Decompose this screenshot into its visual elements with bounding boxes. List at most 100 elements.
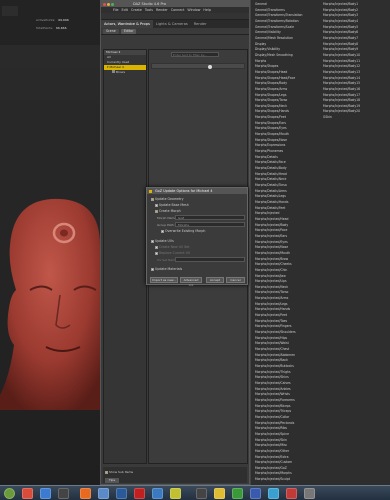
- update-uvs-checkbox[interactable]: [151, 239, 154, 243]
- app7-icon[interactable]: [268, 488, 279, 499]
- folder-icon[interactable]: [40, 488, 51, 499]
- tab-editor[interactable]: Editor: [121, 29, 137, 34]
- update-materials-checkbox[interactable]: [151, 267, 154, 271]
- menu-tools[interactable]: Tools: [145, 7, 153, 13]
- slider-knob[interactable]: [208, 64, 212, 69]
- app5-icon[interactable]: [232, 488, 243, 499]
- update-materials-label: Update Materials: [155, 267, 183, 271]
- tab-actors-wardrobe-props[interactable]: Actors, Wardrobe & Props: [101, 20, 153, 28]
- daz-bottom-bar: Show Sub Items Tips: [103, 467, 247, 483]
- zbrush-icon[interactable]: [80, 488, 91, 499]
- tab-lights-cameras[interactable]: Lights & Cameras: [153, 20, 191, 28]
- daz-icon[interactable]: [98, 488, 109, 499]
- update-base-mesh-radio[interactable]: [155, 203, 158, 207]
- show-sub-items-label: Show Sub Items: [109, 470, 134, 474]
- group-path-field[interactable]: Morphs: [175, 222, 245, 227]
- update-base-mesh-option[interactable]: Update Base Mesh: [155, 203, 189, 207]
- replace-uv-radio[interactable]: [155, 251, 158, 255]
- photoshop-icon[interactable]: [116, 488, 127, 499]
- app3-icon[interactable]: [196, 488, 207, 499]
- tab-render[interactable]: Render: [191, 20, 210, 28]
- morph-list-item[interactable]: Morphs/Injected/Body13: [323, 70, 360, 76]
- daz-title-bar[interactable]: DAZ Studio 4.6 Pro: [101, 1, 249, 7]
- create-morph-label: Create Morph: [159, 209, 181, 213]
- head-sculpt-icon[interactable]: [0, 195, 100, 410]
- app-icon[interactable]: [152, 488, 163, 499]
- minimize-icon[interactable]: [107, 2, 110, 6]
- morph-list-column-left: General General/Transforms General/Transfo…: [255, 2, 302, 483]
- app6-icon[interactable]: [250, 488, 261, 499]
- morph-list-item[interactable]: Morphs/Injected/Body4: [323, 19, 360, 25]
- property-filter-input[interactable]: Enter text to filter by...: [171, 52, 219, 57]
- morph-list-item[interactable]: Morphs/Injected/Body18: [323, 98, 360, 104]
- daz-toolbar[interactable]: [101, 13, 249, 20]
- morph-list-item[interactable]: Morphs/Injected/Body10: [323, 53, 360, 59]
- zbrush-canvas[interactable]: [0, 45, 100, 485]
- morph-list-item[interactable]: Morphs/Injected/Sculpt: [255, 477, 302, 483]
- uv-set-name-field[interactable]: [175, 257, 245, 262]
- morph-list-item[interactable]: GSkin: [323, 115, 360, 121]
- active-points-stat: ActivePoints: 66,666: [36, 18, 69, 22]
- morph-list-item[interactable]: Morphs/Injected/Body15: [323, 81, 360, 87]
- start-icon[interactable]: [4, 488, 15, 499]
- import-as-new-button[interactable]: Import as new...: [150, 277, 178, 283]
- update-base-mesh-label: Update Base Mesh: [159, 203, 189, 207]
- create-uv-set-label: Create New UV Set: [159, 245, 190, 249]
- menu-help[interactable]: Help: [203, 7, 211, 13]
- update-uvs-label: Update UVs: [155, 239, 174, 243]
- maximize-icon[interactable]: [111, 2, 114, 6]
- update-geometry-checkbox[interactable]: [151, 197, 154, 201]
- update-geometry-option[interactable]: Update Geometry: [151, 197, 183, 201]
- menu-render[interactable]: Render: [156, 7, 168, 13]
- chrome-icon[interactable]: [22, 488, 33, 499]
- app4-icon[interactable]: [214, 488, 225, 499]
- active-points-label: ActivePoints:: [36, 18, 56, 22]
- windows-taskbar: [0, 485, 390, 500]
- media-icon[interactable]: [58, 488, 69, 499]
- acrobat-icon[interactable]: [134, 488, 145, 499]
- goz-update-dialog: GoZ Update Options for Michael 4 Update …: [146, 187, 248, 287]
- morph-list-item[interactable]: Morphs/Injected/Body7: [323, 36, 360, 42]
- tab-scene[interactable]: Scene: [103, 29, 119, 34]
- create-uv-set-radio[interactable]: [155, 245, 158, 249]
- advanced-button[interactable]: Advanced >>: [180, 277, 202, 287]
- create-morph-radio[interactable]: [155, 209, 158, 213]
- update-uvs-option[interactable]: Update UVs: [151, 239, 174, 243]
- active-points-value: 66,666: [58, 18, 69, 22]
- scene-item-brows[interactable]: Brows: [104, 70, 146, 75]
- show-sub-items-option[interactable]: Show Sub Items: [105, 470, 133, 474]
- menu-connect[interactable]: Connect: [171, 7, 185, 13]
- show-sub-items-checkbox[interactable]: [105, 470, 108, 474]
- figure-icon: [112, 70, 115, 73]
- daz-main-tabs: Actors, Wardrobe & Props Lights & Camera…: [101, 20, 249, 28]
- menu-window[interactable]: Window: [187, 7, 200, 13]
- app2-icon[interactable]: [170, 488, 181, 499]
- daz-window-title: DAZ Studio 4.6 Pro: [133, 2, 167, 6]
- overwrite-checkbox[interactable]: [161, 229, 164, 233]
- zbrush-tool-thumbnail[interactable]: [2, 6, 18, 16]
- update-materials-option[interactable]: Update Materials: [151, 267, 182, 271]
- create-morph-option[interactable]: Create Morph: [155, 209, 181, 213]
- tips-button[interactable]: Tips: [105, 478, 119, 483]
- close-icon[interactable]: [103, 2, 106, 6]
- morph-list-item[interactable]: Morphs/Injected/Body16: [323, 87, 360, 93]
- app8-icon[interactable]: [286, 488, 297, 499]
- overwrite-option[interactable]: Overwrite Existing Morph: [161, 229, 205, 233]
- menu-create[interactable]: Create: [131, 7, 142, 13]
- dialog-title-bar[interactable]: GoZ Update Options for Michael 4: [147, 188, 247, 194]
- accept-button[interactable]: Accept: [206, 277, 224, 283]
- group-path-label: Group Path:: [157, 223, 175, 227]
- create-uv-set-option[interactable]: Create New UV Set: [155, 245, 189, 249]
- cancel-button[interactable]: Cancel: [226, 277, 245, 283]
- menu-file[interactable]: File: [113, 7, 119, 13]
- menu-edit[interactable]: Edit: [122, 7, 128, 13]
- morph-list-item[interactable]: Morphs/Injected/Body1: [323, 2, 360, 8]
- morph-list-item[interactable]: Morphs/Injected/Shoulders: [255, 330, 302, 336]
- property-slider[interactable]: [151, 63, 245, 69]
- total-points-stat: TotalPoints: 66,666: [36, 26, 67, 30]
- replace-uv-option[interactable]: Replace Current UV: [155, 251, 190, 255]
- morph-list-item[interactable]: General/Transforms/Rotation: [255, 19, 302, 25]
- app9-icon[interactable]: [304, 488, 315, 499]
- morph-name-field[interactable]: GoZ: [175, 215, 245, 220]
- morph-property-list[interactable]: General General/Transforms General/Transfo…: [250, 0, 390, 485]
